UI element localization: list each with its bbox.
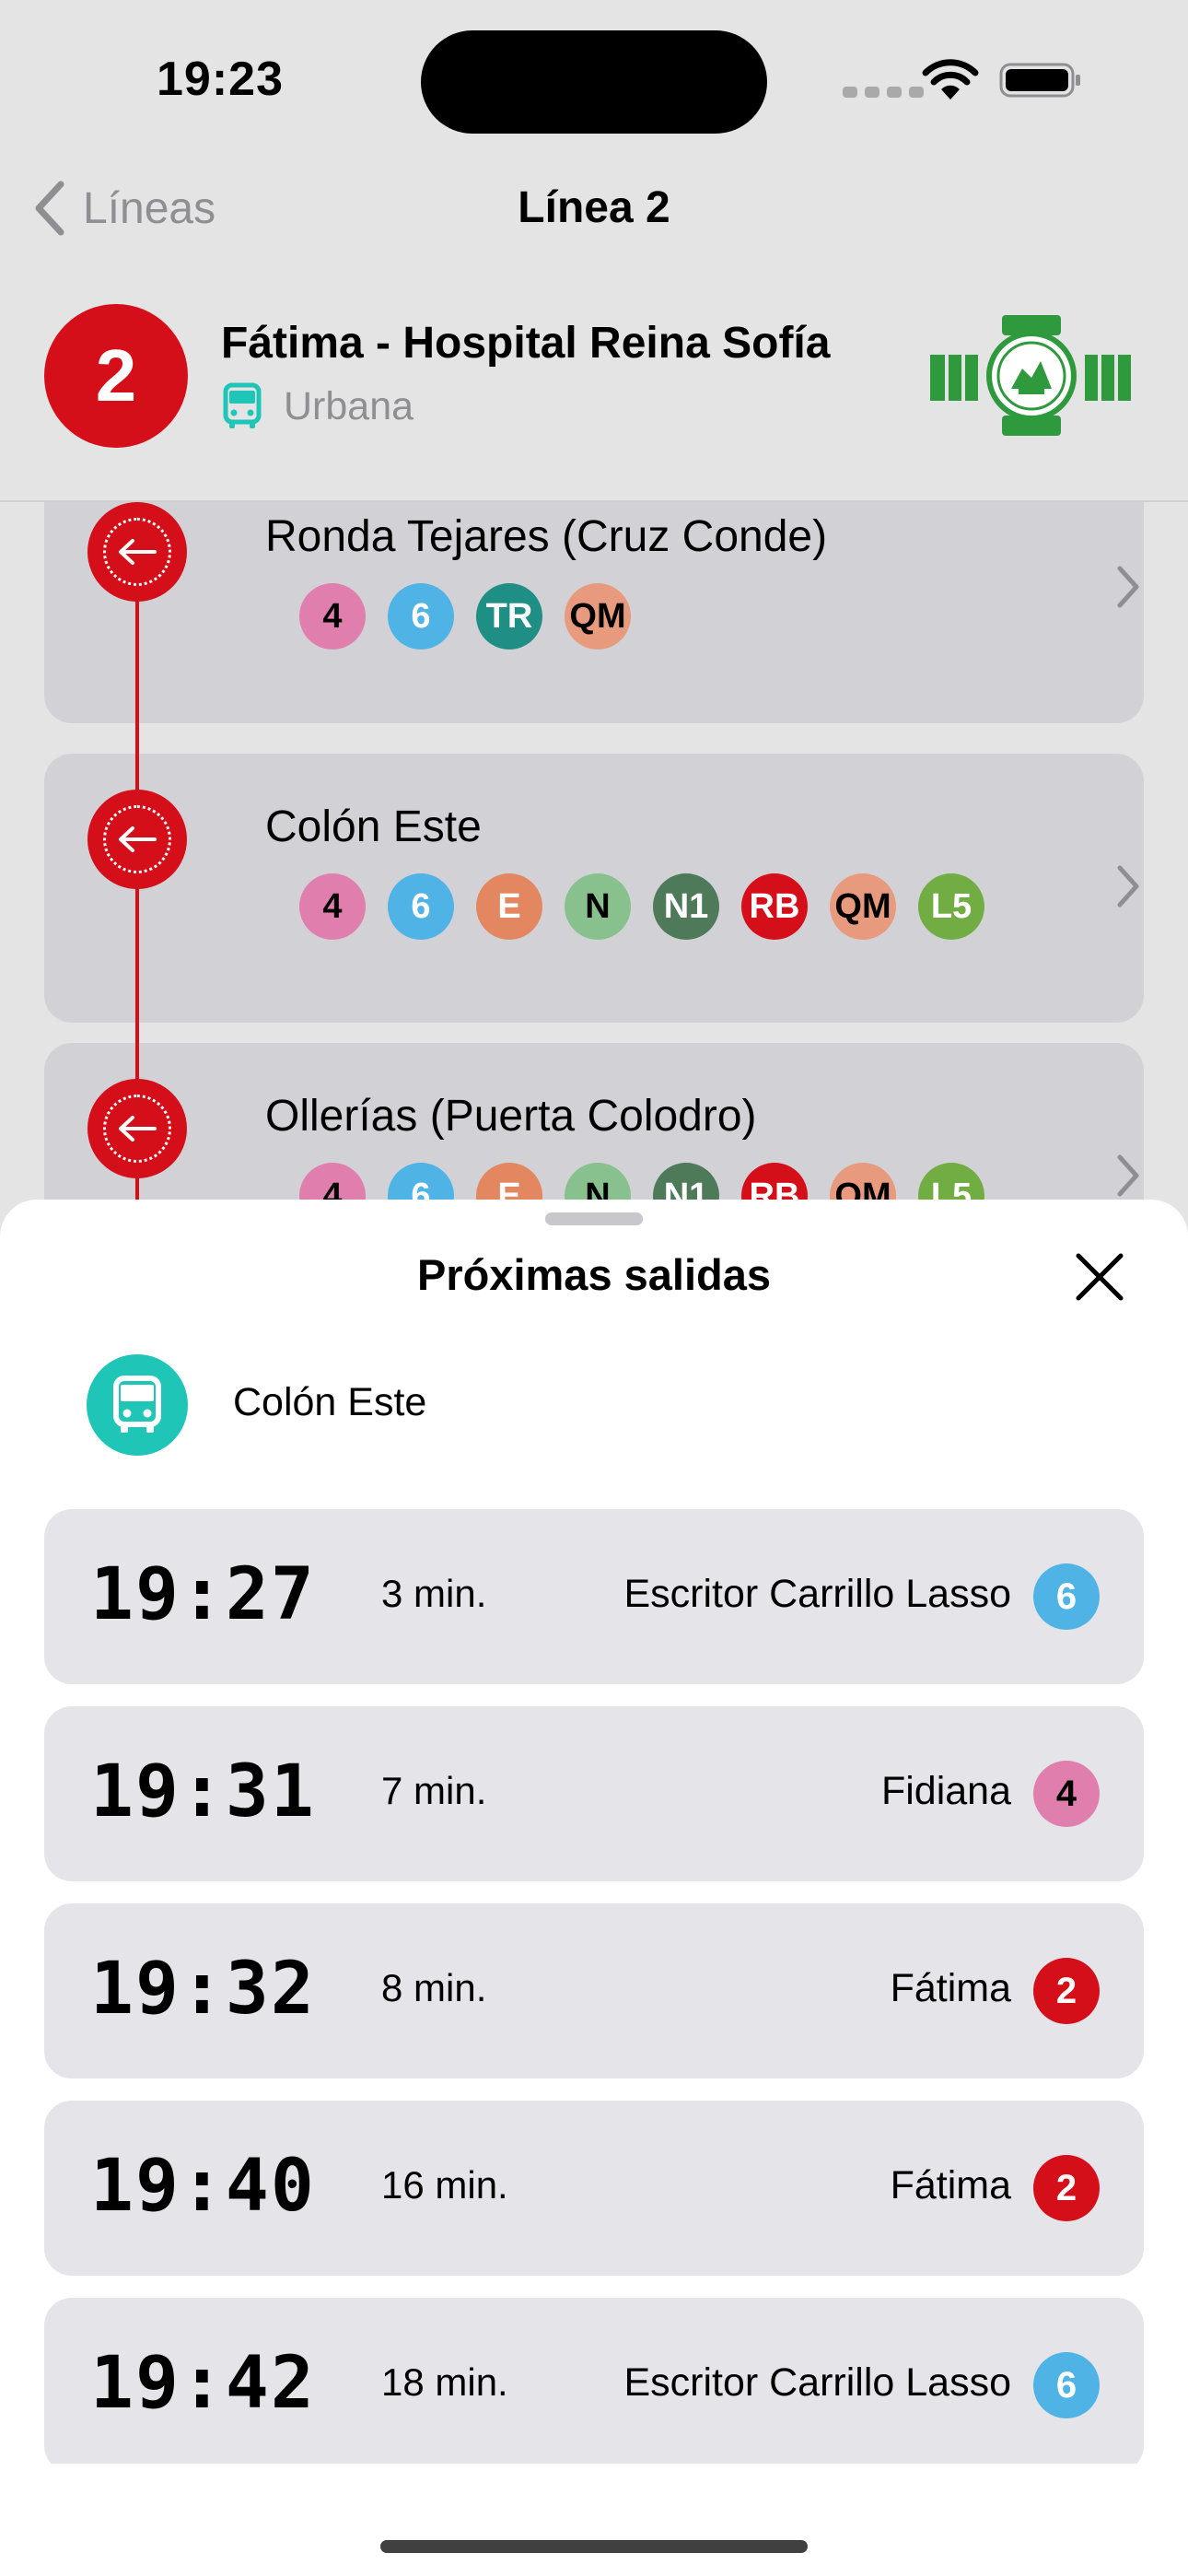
line-chip: TR: [476, 583, 542, 650]
line-chip: E: [476, 873, 542, 940]
departure-line-badge: 6: [1033, 2352, 1100, 2418]
stops-list[interactable]: Ronda Tejares (Cruz Conde) 4 6 TR QM Col…: [0, 502, 1188, 1202]
line-chip: RB: [741, 873, 808, 940]
departure-destination: Fátima: [890, 2163, 1011, 2207]
departures-sheet[interactable]: Próximas salidas Colón Este 19:27 3 min.…: [0, 1200, 1188, 2576]
departure-time: 19:32: [90, 1948, 316, 2031]
departure-destination: Fidiana: [880, 1769, 1011, 1813]
departure-row[interactable]: 19:42 18 min. Escritor Carrillo Lasso 6: [44, 2298, 1144, 2473]
departure-minutes: 18 min.: [381, 2360, 508, 2404]
sheet-grabber[interactable]: [545, 1212, 643, 1225]
line-chip: 6: [388, 583, 454, 650]
stop-row[interactable]: Colón Este 4 6 E N N1 RB QM L5: [44, 754, 1144, 1023]
status-bar: 19:23: [0, 0, 1188, 166]
stop-row[interactable]: Ollerías (Puerta Colodro) 4 6 E N N1 RB …: [44, 1043, 1144, 1202]
departure-line-badge: 4: [1033, 1761, 1100, 1827]
stop-marker-icon: [87, 502, 187, 602]
chevron-right-icon: [1117, 1154, 1139, 1197]
line-chip: QM: [830, 1163, 896, 1202]
departure-destination: Escritor Carrillo Lasso: [623, 1572, 1011, 1616]
chevron-right-icon: [1117, 865, 1139, 907]
battery-icon: [999, 63, 1080, 98]
sheet-bottom-area: [0, 2464, 1188, 2576]
line-badge: 2: [44, 304, 188, 448]
wifi-icon: [922, 59, 979, 100]
departure-line-badge: 2: [1033, 2155, 1100, 2221]
stop-bus-icon: [87, 1354, 188, 1456]
line-chip: E: [476, 1163, 542, 1202]
line-name: Fátima - Hospital Reina Sofía: [221, 319, 831, 368]
line-chip: L5: [918, 1163, 984, 1202]
home-indicator[interactable]: [380, 2540, 808, 2553]
bus-icon: [223, 382, 262, 428]
line-chips: 4 6 E N N1 RB QM L5: [299, 873, 984, 940]
line-header: 2 Fátima - Hospital Reina Sofía Urbana: [0, 276, 1188, 502]
line-chip: RB: [741, 1163, 808, 1202]
chevron-right-icon: [1117, 566, 1139, 608]
departure-minutes: 3 min.: [381, 1572, 487, 1615]
close-icon[interactable]: [1073, 1250, 1126, 1304]
line-type-label: Urbana: [284, 383, 414, 428]
stop-name: Colón Este: [265, 802, 482, 851]
departure-row[interactable]: 19:40 16 min. Fátima 2: [44, 2101, 1144, 2276]
sheet-title: Próximas salidas: [416, 1250, 772, 1299]
page-title: Línea 2: [518, 183, 670, 232]
departure-time: 19:27: [90, 1553, 316, 1636]
line-chip: N: [565, 873, 631, 940]
departure-row[interactable]: 19:27 3 min. Escritor Carrillo Lasso 6: [44, 1509, 1144, 1684]
line-chip: N: [565, 1163, 631, 1202]
departure-row[interactable]: 19:32 8 min. Fátima 2: [44, 1903, 1144, 2078]
line-chip: QM: [565, 583, 631, 650]
departure-time: 19:31: [90, 1751, 316, 1833]
aucorsa-logo: [930, 315, 1131, 436]
line-chips: 4 6 E N N1 RB QM L5: [299, 1163, 984, 1202]
stop-row[interactable]: Ronda Tejares (Cruz Conde) 4 6 TR QM: [44, 502, 1144, 723]
line-chips: 4 6 TR QM: [299, 583, 631, 650]
line-type: Urbana: [221, 382, 413, 430]
line-chip: L5: [918, 873, 984, 940]
departure-destination: Escritor Carrillo Lasso: [623, 2360, 1011, 2405]
departure-time: 19:40: [90, 2145, 316, 2228]
departure-destination: Fátima: [890, 1966, 1011, 2010]
departure-minutes: 7 min.: [381, 1769, 487, 1812]
cellular-signal-icon: [843, 87, 924, 98]
departure-row[interactable]: 19:31 7 min. Fidiana 4: [44, 1706, 1144, 1881]
line-chip: N1: [653, 873, 719, 940]
stop-marker-icon: [87, 1079, 187, 1178]
departure-line-badge: 2: [1033, 1958, 1100, 2024]
status-time: 19:23: [157, 53, 284, 106]
dynamic-island: [421, 30, 767, 134]
departure-line-badge: 6: [1033, 1563, 1100, 1630]
line-chip: 4: [299, 873, 366, 940]
line-chip: 6: [388, 1163, 454, 1202]
line-chip: N1: [653, 1163, 719, 1202]
departure-minutes: 16 min.: [381, 2163, 508, 2207]
departure-time: 19:42: [90, 2342, 316, 2425]
stop-name: Ollerías (Puerta Colodro): [265, 1092, 757, 1141]
stop-name: Ronda Tejares (Cruz Conde): [265, 512, 828, 561]
line-chip: 4: [299, 583, 366, 650]
line-chip: 6: [388, 873, 454, 940]
stop-marker-icon: [87, 790, 187, 889]
selected-stop-name: Colón Este: [233, 1380, 427, 1424]
line-chip: 4: [299, 1163, 366, 1202]
departure-minutes: 8 min.: [381, 1966, 487, 2009]
line-chip: QM: [830, 873, 896, 940]
